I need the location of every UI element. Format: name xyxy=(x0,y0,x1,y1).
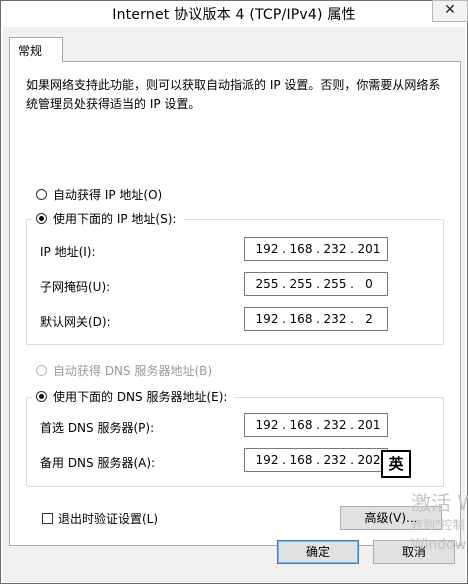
ip-octet: 232 xyxy=(323,242,347,256)
auto-ip-radio-dot xyxy=(36,188,47,200)
subnet-mask-input[interactable]: 255. 255. 255. 0 xyxy=(244,272,388,296)
ip-octet: 232 xyxy=(323,453,347,467)
dialog-window: Internet 协议版本 4 (TCP/IPv4) 属性 ✕ 常规 如果网络支… xyxy=(0,0,468,584)
ip-octet: 202 xyxy=(357,453,381,467)
validate-on-exit-checkbox[interactable]: 退出时验证设置(L) xyxy=(42,510,158,526)
preferred-dns-input[interactable]: 192. 168. 232. 201 xyxy=(244,413,388,437)
activation-watermark-line1: 激活 W xyxy=(411,491,468,515)
auto-ip-radio[interactable]: 自动获得 IP 地址(O) xyxy=(36,186,162,202)
ip-octet: 255 xyxy=(255,277,279,291)
ip-octet: 201 xyxy=(357,242,381,256)
ime-indicator[interactable]: 英 xyxy=(381,450,411,478)
ip-octet: 201 xyxy=(357,418,381,432)
manual-ip-radio-label: 使用下面的 IP 地址(S): xyxy=(53,211,177,226)
manual-dns-radio-dot xyxy=(36,390,47,402)
ip-octet: 192 xyxy=(255,453,279,467)
default-gateway-input[interactable]: 192. 168. 232. 2 xyxy=(244,307,388,331)
validate-checkbox-label: 退出时验证设置(L) xyxy=(58,511,159,526)
title-bar: Internet 协议版本 4 (TCP/IPv4) 属性 ✕ xyxy=(1,0,468,27)
preferred-dns-label: 首选 DNS 服务器(P): xyxy=(40,421,155,435)
ip-octet: 168 xyxy=(289,242,313,256)
ip-octet: 168 xyxy=(289,453,313,467)
activation-watermark-line2: 转到"控制 xyxy=(411,518,465,532)
manual-ip-radio-dot xyxy=(36,212,47,224)
manual-ip-radio[interactable]: 使用下面的 IP 地址(S): xyxy=(36,210,176,226)
validate-checkbox-box xyxy=(42,512,53,524)
ip-octet: 232 xyxy=(323,418,347,432)
ip-octet: 255 xyxy=(289,277,313,291)
auto-dns-radio: 自动获得 DNS 服务器地址(B) xyxy=(36,362,212,378)
auto-dns-radio-label: 自动获得 DNS 服务器地址(B) xyxy=(53,363,213,378)
ip-octet: 232 xyxy=(323,312,347,326)
ok-button[interactable]: 确定 xyxy=(277,540,359,564)
tab-general[interactable]: 常规 xyxy=(9,37,63,62)
close-button[interactable]: ✕ xyxy=(432,0,468,22)
dialog-client-area: 常规 如果网络支持此功能，则可以获取自动指派的 IP 设置。否则，你需要从网络系… xyxy=(3,27,465,582)
ip-octet: 192 xyxy=(255,312,279,326)
alternate-dns-input[interactable]: 192. 168. 232. 202 xyxy=(244,448,388,472)
ip-octet: 168 xyxy=(289,418,313,432)
ip-address-label: IP 地址(I): xyxy=(40,245,96,259)
activation-watermark-line3: Window xyxy=(411,537,467,553)
ip-octet: 168 xyxy=(289,312,313,326)
ip-octet: 192 xyxy=(255,418,279,432)
description-text: 如果网络支持此功能，则可以获取自动指派的 IP 设置。否则，你需要从网络系统管理… xyxy=(26,78,441,111)
default-gateway-label: 默认网关(D): xyxy=(40,315,111,329)
ip-octet: 192 xyxy=(255,242,279,256)
subnet-mask-label: 子网掩码(U): xyxy=(40,280,111,294)
ip-octet: 0 xyxy=(365,277,373,291)
tab-general-label: 常规 xyxy=(18,44,43,58)
auto-dns-radio-dot xyxy=(36,364,47,376)
window-title: Internet 协议版本 4 (TCP/IPv4) 属性 xyxy=(112,7,356,23)
manual-dns-radio[interactable]: 使用下面的 DNS 服务器地址(E): xyxy=(36,388,227,404)
alternate-dns-label: 备用 DNS 服务器(A): xyxy=(40,456,156,470)
close-icon: ✕ xyxy=(444,2,456,18)
ip-address-input[interactable]: 192. 168. 232. 201 xyxy=(244,237,388,261)
ip-octet: 2 xyxy=(365,312,373,326)
auto-ip-radio-label: 自动获得 IP 地址(O) xyxy=(53,187,163,202)
manual-dns-radio-label: 使用下面的 DNS 服务器地址(E): xyxy=(53,389,228,404)
ip-octet: 255 xyxy=(323,277,347,291)
